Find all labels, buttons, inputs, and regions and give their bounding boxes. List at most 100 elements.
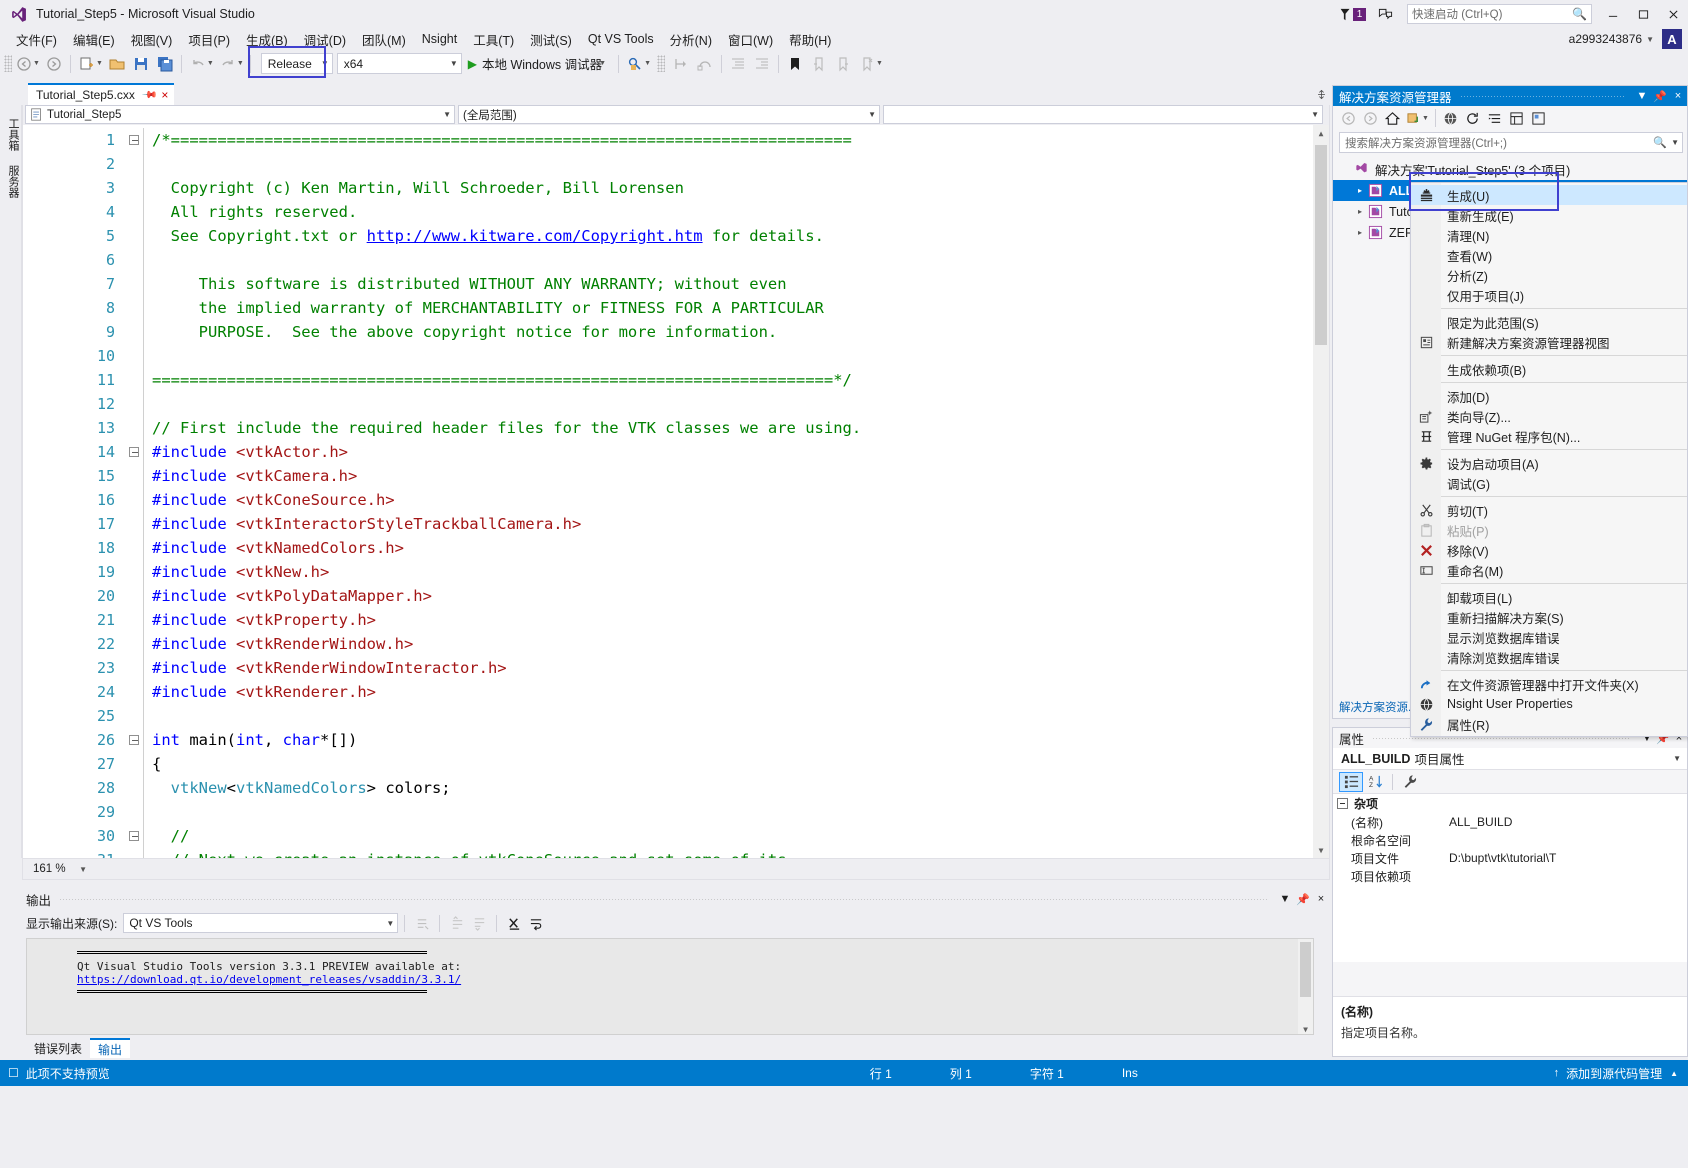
drag-dots[interactable] <box>1372 737 1631 739</box>
context-menu-item[interactable]: 在文件资源管理器中打开文件夹(X) <box>1411 674 1687 694</box>
code-line[interactable]: 24 #include <vtkRenderer.h> <box>23 680 1329 704</box>
property-row[interactable]: 项目依赖项 <box>1333 867 1687 885</box>
code-line[interactable]: 13 // First include the required header f… <box>23 416 1329 440</box>
close-button[interactable] <box>1658 0 1688 28</box>
alphabetical-view-icon[interactable]: AZ <box>1363 772 1387 792</box>
open-file-icon[interactable] <box>106 53 128 75</box>
code-surface[interactable]: 1 /*=====================================… <box>23 125 1329 858</box>
toolbar-grip[interactable] <box>4 55 12 72</box>
code-line[interactable]: 27 { <box>23 752 1329 776</box>
pin-icon[interactable]: 📌 <box>1651 90 1669 103</box>
menu-qt-vs-tools[interactable]: Qt VS Tools <box>580 30 662 48</box>
source-control-group[interactable]: ↑ 添加到源代码管理 ▲ <box>1554 1065 1688 1082</box>
context-menu-item[interactable]: 管理 NuGet 程序包(N)... <box>1411 426 1687 446</box>
code-line[interactable]: 30 // <box>23 824 1329 848</box>
editor-vertical-scrollbar[interactable]: ▲ ▼ <box>1313 125 1329 858</box>
property-row[interactable]: (名称) ALL_BUILD <box>1333 813 1687 831</box>
solution-explorer-footer-tab[interactable]: 解决方案资源.. <box>1335 698 1418 716</box>
close-icon[interactable]: × <box>161 88 168 102</box>
context-menu-item[interactable]: 仅用于项目(J) <box>1411 285 1687 305</box>
code-line[interactable]: 21 #include <vtkProperty.h> <box>23 608 1329 632</box>
context-menu-item[interactable]: 类向导(Z)... <box>1411 406 1687 426</box>
tab-output[interactable]: 输出 <box>90 1038 131 1058</box>
solution-configuration-combo[interactable]: Release ▼ <box>260 53 333 74</box>
code-line[interactable]: 26 int main(int, char*[]) <box>23 728 1329 752</box>
editor-split-handle[interactable] <box>1313 85 1329 103</box>
menu-edit[interactable]: 编辑(E) <box>65 28 123 51</box>
menu-tools[interactable]: 工具(T) <box>465 28 522 51</box>
context-menu-item[interactable]: 生成依赖项(B) <box>1411 359 1687 379</box>
code-line[interactable]: 7 This software is distributed WITHOUT A… <box>23 272 1329 296</box>
context-menu-item[interactable]: 查看(W) <box>1411 245 1687 265</box>
save-icon[interactable] <box>130 53 152 75</box>
context-menu-item[interactable]: 新建解决方案资源管理器视图 <box>1411 332 1687 352</box>
context-menu-item[interactable]: 生成(U) <box>1411 185 1687 205</box>
feedback-icon[interactable] <box>1378 7 1393 22</box>
expander-triangle-icon[interactable]: ▸ <box>1353 228 1367 237</box>
navbar-project-combo[interactable]: Tutorial_Step5 ▼ <box>25 105 455 124</box>
menu-view[interactable]: 视图(V) <box>123 28 181 51</box>
property-value[interactable]: ALL_BUILD <box>1443 815 1687 829</box>
tree-item-tutorial_step53[interactable]: 解决方案'Tutorial_Step5' (3 个项目) <box>1333 159 1687 180</box>
context-menu-item[interactable]: 显示浏览数据库错误 <box>1411 627 1687 647</box>
toolbox-label[interactable]: 工具箱 <box>5 118 21 151</box>
server-explorer-label[interactable]: 服务器 <box>5 165 21 198</box>
property-row[interactable]: 根命名空间 <box>1333 831 1687 849</box>
chevron-up-icon[interactable]: ▲ <box>1670 1069 1678 1078</box>
notifications-flag-icon[interactable]: 1 <box>1339 7 1366 21</box>
code-line[interactable]: 3 Copyright (c) Ken Martin, Will Schroed… <box>23 176 1329 200</box>
context-menu-item[interactable]: 添加(D) <box>1411 386 1687 406</box>
output-source-combo[interactable]: Qt VS Tools ▼ <box>123 913 399 933</box>
account-area[interactable]: a2993243876 ▼ A <box>1569 29 1688 49</box>
chevron-down-icon[interactable]: ▼ <box>1422 115 1429 122</box>
code-line[interactable]: 25 <box>23 704 1329 728</box>
context-menu-item[interactable]: 清理(N) <box>1411 225 1687 245</box>
code-line[interactable]: 11 ======================================… <box>23 368 1329 392</box>
chevron-down-icon[interactable]: ▼ <box>1671 138 1679 147</box>
code-line[interactable]: 23 #include <vtkRenderWindowInteractor.h> <box>23 656 1329 680</box>
context-menu-item[interactable]: 移除(V) <box>1411 540 1687 560</box>
fold-collapse-icon[interactable] <box>125 831 143 841</box>
context-menu-item[interactable]: 卸载项目(L) <box>1411 587 1687 607</box>
panel-dropdown-icon[interactable]: ▼ <box>1276 893 1294 905</box>
collapse-all-icon[interactable] <box>1484 107 1506 129</box>
code-line[interactable]: 2 <box>23 152 1329 176</box>
expander-triangle-icon[interactable]: ▸ <box>1353 186 1367 195</box>
attach-process-icon[interactable] <box>624 53 646 75</box>
code-line[interactable]: 12 <box>23 392 1329 416</box>
output-text-area[interactable]: Qt Visual Studio Tools version 3.3.1 PRE… <box>26 938 1314 1035</box>
fold-collapse-icon[interactable] <box>125 447 143 457</box>
new-project-icon[interactable] <box>76 53 98 75</box>
collapse-minus-icon[interactable] <box>1337 798 1348 809</box>
menu-file[interactable]: 文件(F) <box>8 28 65 51</box>
properties-grid[interactable]: 杂项 (名称) ALL_BUILD 根命名空间 项目文件 D:\bupt\vtk\tuto… <box>1333 794 1687 962</box>
context-menu-item[interactable]: 调试(G) <box>1411 473 1687 493</box>
context-menu-item[interactable]: 清除浏览数据库错误 <box>1411 647 1687 667</box>
save-all-icon[interactable] <box>154 53 176 75</box>
toolbar-grip[interactable] <box>657 55 666 72</box>
property-pages-wrench-icon[interactable] <box>1398 772 1422 792</box>
context-menu-item[interactable]: Nsight User Properties <box>1411 694 1687 714</box>
code-line[interactable]: 28 vtkNew<vtkNamedColors> colors; <box>23 776 1329 800</box>
drag-dots[interactable] <box>1459 95 1625 97</box>
zoom-level-combo[interactable]: 161 % ▼ <box>29 860 91 878</box>
code-line[interactable]: 16 #include <vtkConeSource.h> <box>23 488 1329 512</box>
show-all-files-icon[interactable] <box>1440 107 1462 129</box>
menu-window[interactable]: 窗口(W) <box>720 28 781 51</box>
fold-collapse-icon[interactable] <box>125 135 143 145</box>
menu-build[interactable]: 生成(B) <box>238 28 296 51</box>
property-value[interactable]: D:\bupt\vtk\tutorial\T <box>1443 851 1687 865</box>
fold-collapse-icon[interactable] <box>125 735 143 745</box>
property-category-row[interactable]: 杂项 <box>1333 794 1687 813</box>
navigate-forward-icon[interactable] <box>43 53 65 75</box>
clear-all-icon[interactable] <box>503 913 525 933</box>
minimize-button[interactable] <box>1598 0 1628 28</box>
menu-nsight[interactable]: Nsight <box>414 30 465 48</box>
close-icon[interactable]: × <box>1312 893 1330 905</box>
code-line[interactable]: 1 /*=====================================… <box>23 128 1329 152</box>
toolbar-overflow-icon[interactable]: ▼ <box>876 60 883 67</box>
pin-icon[interactable]: 📌 <box>141 87 158 104</box>
preview-file-icon[interactable] <box>1528 107 1550 129</box>
menu-project[interactable]: 项目(P) <box>180 28 238 51</box>
tab-error-list[interactable]: 错误列表 <box>26 1038 90 1058</box>
